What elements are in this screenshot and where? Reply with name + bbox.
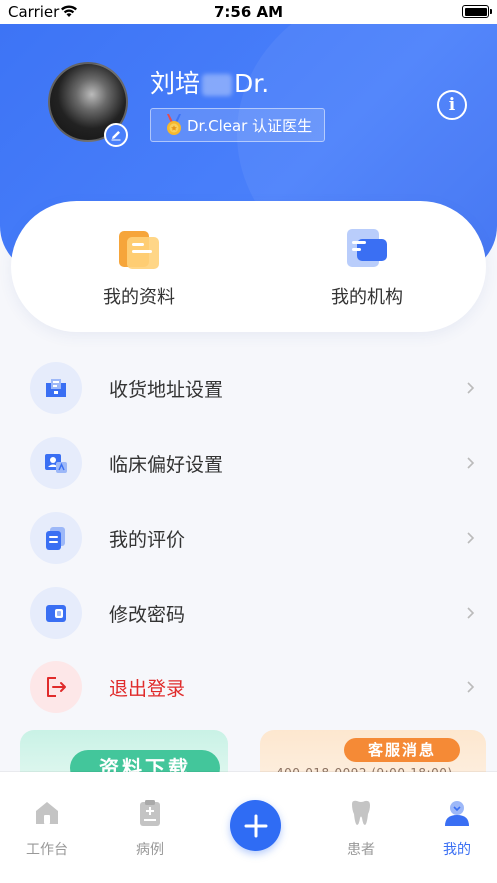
add-button[interactable] (230, 800, 281, 851)
institution-icon (345, 227, 389, 271)
tab-cases[interactable]: 病例 (120, 798, 180, 859)
wallet-lock-icon (30, 587, 82, 639)
customer-service-title: 客服消息 (344, 738, 460, 762)
medal-icon (167, 114, 181, 135)
address-box-icon (30, 362, 82, 414)
tab-mine[interactable]: 我的 (427, 798, 487, 859)
my-profile-button[interactable]: 我的资料 (59, 227, 219, 309)
menu-item-reviews[interactable]: 我的评价 (0, 508, 497, 568)
menu-item-clinical-preference[interactable]: 临床偏好设置 (0, 433, 497, 493)
pencil-icon (111, 131, 121, 141)
quick-actions-card: 我的资料 我的机构 (11, 201, 486, 332)
battery-icon (462, 5, 492, 18)
review-icon (30, 512, 82, 564)
tab-bar: 工作台 病例 患者 我的 (0, 772, 497, 883)
user-icon (445, 801, 469, 826)
clinical-preference-icon (30, 437, 82, 489)
chevron-right-icon (467, 607, 475, 619)
chevron-right-icon (467, 382, 475, 394)
menu-item-address[interactable]: 收货地址设置 (0, 358, 497, 418)
info-button[interactable]: i (437, 90, 467, 120)
clipboard-icon (140, 800, 160, 826)
plus-icon (244, 814, 267, 837)
tab-workbench[interactable]: 工作台 (17, 798, 77, 859)
logout-icon (30, 661, 82, 713)
folder-icon (117, 227, 161, 271)
info-icon: i (448, 95, 456, 115)
edit-avatar-button[interactable] (104, 123, 128, 147)
menu-item-logout[interactable]: 退出登录 (0, 657, 497, 717)
tooth-icon (352, 800, 370, 825)
user-name: 刘培 Dr. (150, 69, 270, 98)
tab-patients[interactable]: 患者 (331, 798, 391, 859)
menu-item-change-password[interactable]: 修改密码 (0, 583, 497, 643)
chevron-right-icon (467, 532, 475, 544)
certification-badge: Dr.Clear 认证医生 (150, 108, 326, 142)
chevron-right-icon (467, 681, 475, 693)
my-institution-button[interactable]: 我的机构 (287, 227, 447, 309)
redacted-name (202, 74, 233, 96)
chevron-right-icon (467, 457, 475, 469)
home-icon (36, 802, 58, 824)
clock: 7:56 AM (213, 3, 284, 21)
status-bar: Carrier 7:56 AM (0, 0, 497, 24)
